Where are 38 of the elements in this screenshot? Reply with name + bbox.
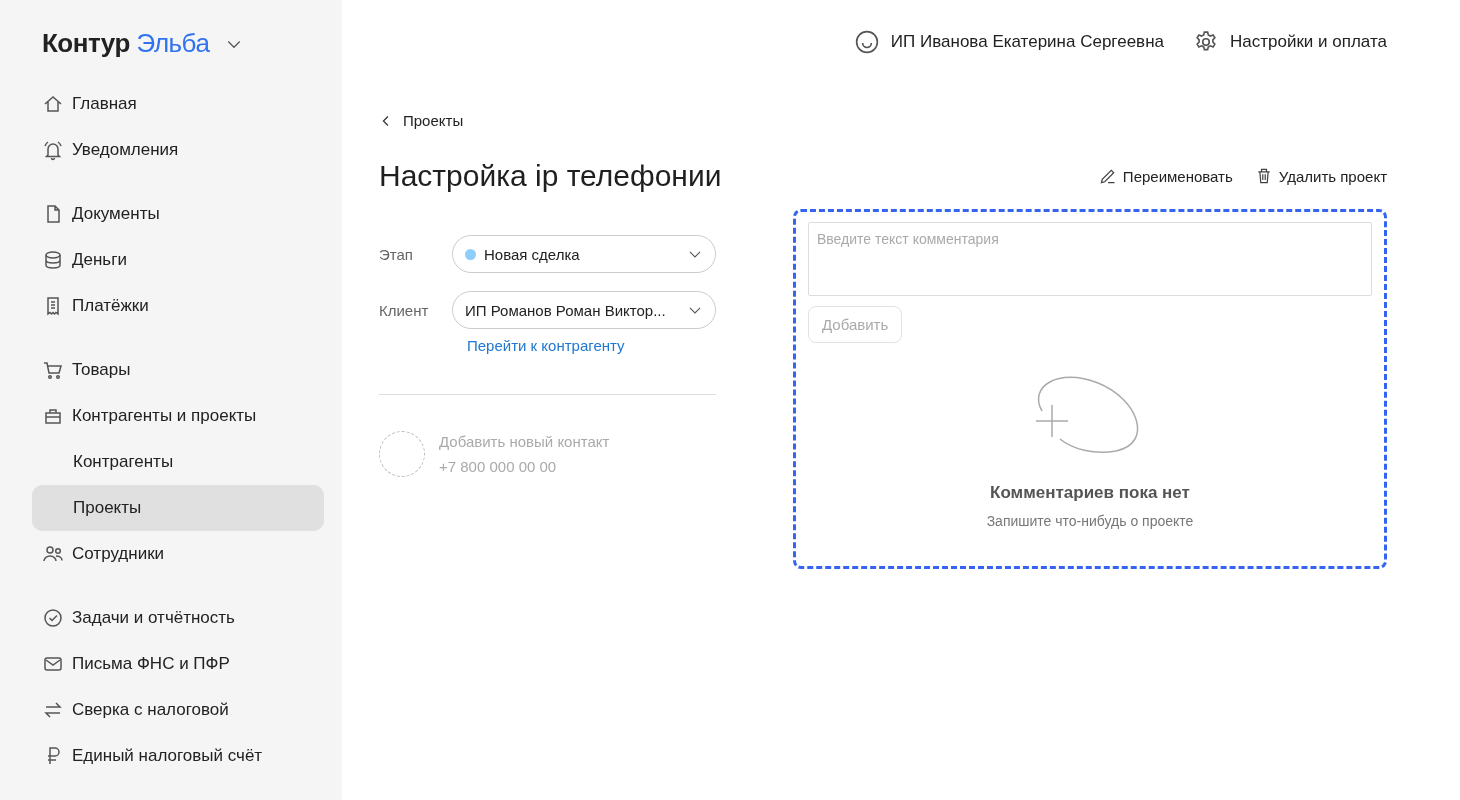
contact-name: Добавить новый контакт — [439, 433, 610, 450]
nav-subitem[interactable]: Контрагенты — [32, 439, 324, 485]
nav-item[interactable]: Единый налоговый счёт — [32, 733, 324, 779]
smiley-icon — [854, 30, 879, 54]
empty-title: Комментариев пока нет — [990, 483, 1190, 503]
nav-item[interactable]: Контрагенты и проекты — [32, 393, 324, 439]
empty-hint: Запишите что-нибудь о проекте — [986, 513, 1194, 529]
cart-icon — [42, 359, 64, 381]
comment-field[interactable]: Введите текст комментария — [808, 222, 1372, 296]
counterparty-link[interactable]: Перейти к контрагенту — [467, 337, 716, 354]
coins-icon — [42, 249, 64, 271]
delete-button[interactable]: Удалить проект — [1254, 167, 1387, 185]
bell-icon — [42, 139, 64, 161]
nav-item[interactable]: Сверка с налоговой — [32, 687, 324, 733]
nav-item[interactable]: Документы — [32, 191, 324, 237]
nav-subitem[interactable]: Проекты — [32, 485, 324, 531]
nav-item[interactable]: Главная — [32, 81, 324, 127]
home-icon — [42, 93, 64, 115]
nav-item[interactable]: Товары — [32, 347, 324, 393]
nav-item[interactable]: Письма ФНС и ПФР — [32, 641, 324, 687]
settings-link[interactable]: Настройки и оплата — [1194, 30, 1387, 54]
nav-item[interactable]: Платёжки — [32, 283, 324, 329]
dropdown[interactable]: ИП Романов Роман Виктор... — [452, 291, 716, 329]
page-title: Настройка ip телефонии — [379, 159, 722, 193]
contact-phone: +7 800 000 00 00 — [439, 458, 558, 475]
account-link[interactable]: ИП Иванова Екатерина Сергеевна — [854, 30, 1164, 54]
back-link[interactable]: Проекты — [379, 112, 1387, 129]
nav-item[interactable]: Сотрудники — [32, 531, 324, 577]
logo[interactable]: Контур Эльба — [42, 28, 210, 59]
nav-item[interactable]: Задачи и отчётность — [32, 595, 324, 641]
field-label: Клиент — [379, 301, 430, 319]
pencil-icon — [1098, 167, 1117, 185]
dropdown[interactable]: Новая сделка — [452, 235, 716, 273]
rename-button[interactable]: Переименовать — [1098, 167, 1233, 185]
nav-item[interactable]: Уведомления — [32, 127, 324, 173]
field-label: Этап — [379, 245, 414, 263]
nav-item[interactable]: Деньги — [32, 237, 324, 283]
check-circle-icon — [42, 607, 64, 629]
